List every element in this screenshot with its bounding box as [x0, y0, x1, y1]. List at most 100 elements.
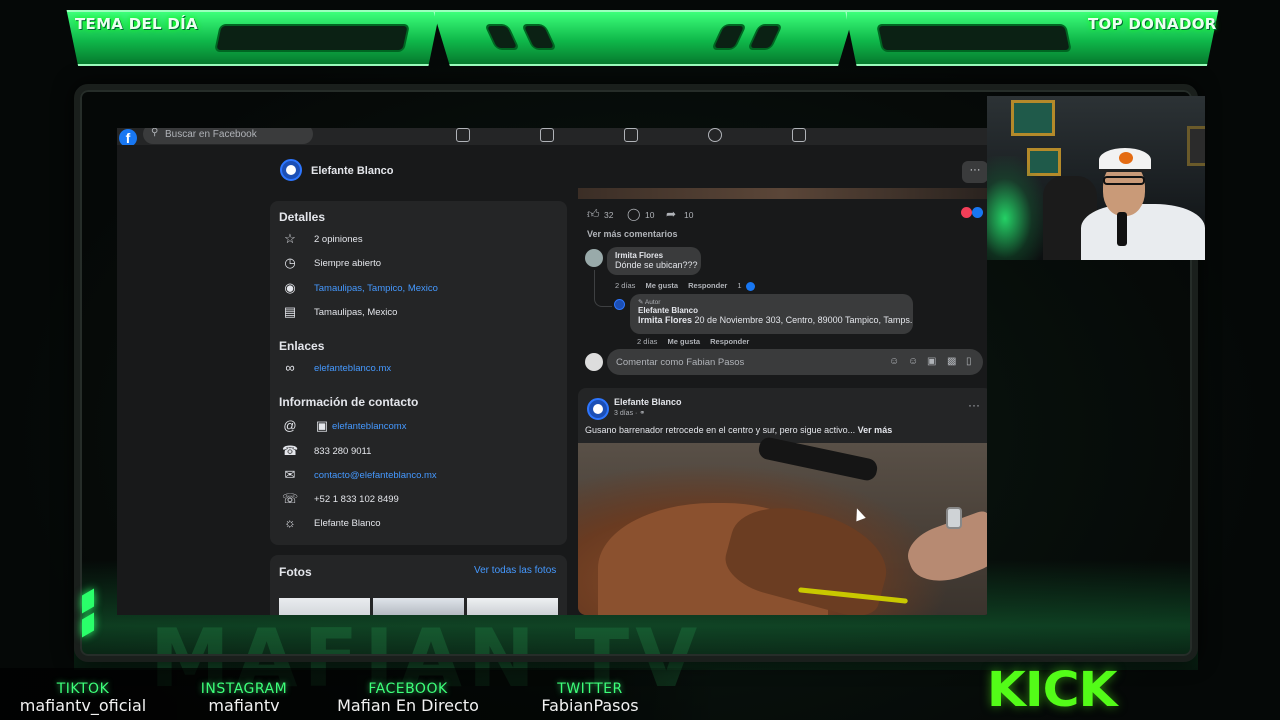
page-name[interactable]: Elefante Blanco [311, 165, 394, 177]
post-image[interactable] [578, 435, 987, 615]
comment-input[interactable]: Comentar como Fabian Pasos ☺ ☺ ▣ ▩ ▯ [607, 349, 983, 375]
post-author[interactable]: Elefante Blanco [614, 397, 682, 407]
more-options-button[interactable]: ··· [962, 161, 987, 183]
whatsapp-icon: ☏ [282, 491, 299, 506]
reply-reply-button[interactable]: Responder [710, 337, 749, 346]
home-icon[interactable] [456, 128, 470, 142]
reply-bubble: ✎ Autor Elefante Blanco Irmita Flores 20… [630, 294, 913, 334]
detail-row: ☆ 2 opiniones [282, 230, 363, 248]
marketplace-icon[interactable] [624, 128, 638, 142]
see-more-link[interactable]: Ver más [858, 425, 893, 435]
social-handle: Mafian En Directo [337, 696, 479, 715]
contact-row: @ ▣ elefanteblancomx [282, 417, 406, 435]
detail-row: ◉ Tamaulipas, Tampico, Mexico [282, 279, 438, 297]
photos-title: Fotos [279, 565, 312, 579]
like-icon[interactable]: 👍︎ [587, 207, 600, 222]
photo-thumbnail[interactable] [279, 598, 370, 615]
like-badge-icon [745, 281, 755, 291]
image-hand [901, 509, 987, 592]
gif-icon[interactable]: ▩ [947, 356, 956, 367]
facebook-window: f ⚲ Buscar en Facebook Elefante Blanco ·… [117, 128, 987, 615]
post-author-avatar[interactable] [587, 398, 609, 420]
author-badge: ✎ Autor [638, 299, 661, 306]
user-avatar[interactable] [585, 353, 603, 371]
donor-slot [876, 24, 1072, 52]
comment-icon[interactable]: ◯ [627, 207, 640, 221]
reply-age: 2 días [637, 337, 658, 346]
center-panel [433, 10, 855, 66]
streamer-glasses [1103, 176, 1145, 185]
share-icon[interactable]: ➦ [666, 207, 676, 221]
stream-overlay: TEMA DEL DÍA TOP DONADOR MAFIAN TV f ⚲ B… [0, 0, 1280, 720]
search-placeholder: Buscar en Facebook [165, 129, 257, 140]
photo-thumbnail[interactable] [467, 598, 558, 615]
post-image-bottom [578, 188, 987, 199]
links-title: Enlaces [279, 339, 325, 353]
social-twitter: TWITTER FabianPasos [530, 681, 650, 715]
comment-reply-button[interactable]: Responder [688, 281, 727, 290]
more-comments-link[interactable]: Ver más comentarios [587, 229, 678, 239]
contact-row: ✉ contacto@elefanteblanco.mx [282, 466, 437, 484]
reply-meta: 2 días Me gusta Responder [637, 337, 749, 346]
website-link[interactable]: elefanteblanco.mx [314, 363, 391, 374]
social-tiktok: TIKTOK mafiantv_oficial [18, 681, 148, 715]
social-network-label: INSTAGRAM [200, 681, 288, 697]
globe-icon: ⚭ [639, 410, 646, 417]
photo-thumbnail[interactable] [373, 598, 464, 615]
camera-icon[interactable]: ▣ [927, 356, 936, 367]
messenger-icon: ☼ [284, 515, 296, 530]
contact-row: ☎ 833 280 9011 [282, 442, 371, 460]
location-link[interactable]: Tamaulipas, Tampico, Mexico [314, 283, 438, 294]
facebook-navbar: f ⚲ Buscar en Facebook [117, 128, 987, 147]
emoji-icon[interactable]: ☺ [908, 356, 918, 367]
comment-bubble: Irmita Flores Dónde se ubican??? [607, 247, 701, 275]
page-avatar[interactable] [280, 159, 302, 181]
details-title: Detalles [279, 210, 326, 224]
post-options-icon[interactable]: ··· [968, 398, 980, 412]
cap-logo [1119, 152, 1133, 164]
see-all-photos-link[interactable]: Ver todas las fotos [474, 565, 556, 576]
sticker-icon[interactable]: ▯ [966, 356, 972, 367]
webcam-feed [987, 96, 1205, 260]
groups-icon[interactable] [708, 128, 722, 142]
social-network-label: TIKTOK [56, 681, 110, 697]
page-reply-avatar[interactable] [614, 299, 625, 310]
comment-like-count: 1 [737, 281, 742, 290]
commenter-avatar[interactable] [585, 249, 603, 267]
contact-row: ☏ +52 1 833 102 8499 [282, 490, 399, 508]
comment-like-button[interactable]: Me gusta [646, 281, 679, 290]
reviews-text[interactable]: 2 opiniones [314, 234, 363, 245]
reply-like-button[interactable]: Me gusta [668, 337, 701, 346]
video-icon[interactable] [540, 128, 554, 142]
comment-age: 2 días [615, 281, 636, 290]
reply-mention[interactable]: Irmita Flores [638, 315, 692, 325]
post-body: Gusano barrenador retrocede en el centro… [585, 425, 856, 435]
share-count: 10 [684, 210, 694, 220]
search-input[interactable]: ⚲ Buscar en Facebook [143, 128, 313, 144]
email-link[interactable]: contacto@elefanteblanco.mx [314, 470, 437, 481]
center-slot [746, 24, 784, 50]
hours-text: Siempre abierto [314, 257, 382, 269]
messenger-text: Elefante Blanco [314, 517, 381, 529]
top-banner: TEMA DEL DÍA TOP DONADOR [55, 6, 1230, 68]
like-reaction-icon [972, 207, 983, 218]
comment-author[interactable]: Irmita Flores [615, 251, 701, 260]
thread-line [594, 270, 612, 307]
love-reaction-icon [961, 207, 972, 218]
post-stats: 👍︎ 32 ◯ 10 ➦ 10 [578, 199, 987, 229]
avatar-sticker-icon[interactable]: ☺ [889, 356, 899, 367]
social-network-label: TWITTER [557, 681, 623, 697]
reply-author[interactable]: Elefante Blanco [638, 306, 913, 315]
gaming-icon[interactable] [792, 128, 806, 142]
green-light [987, 156, 1047, 260]
post-time: 3 días · ⚭ [614, 410, 646, 417]
streamer-shirt [1081, 204, 1205, 260]
search-icon: ⚲ [151, 128, 159, 138]
reply-text: 20 de Noviembre 303, Centro, 89000 Tampi… [694, 315, 913, 325]
center-slot [710, 24, 748, 50]
social-network-label: FACEBOOK [368, 681, 448, 697]
email-icon: ✉ [284, 467, 296, 482]
post-text: Gusano barrenador retrocede en el centro… [585, 425, 892, 435]
wall-frame [1187, 126, 1205, 166]
instagram-link[interactable]: elefanteblancomx [332, 421, 406, 432]
